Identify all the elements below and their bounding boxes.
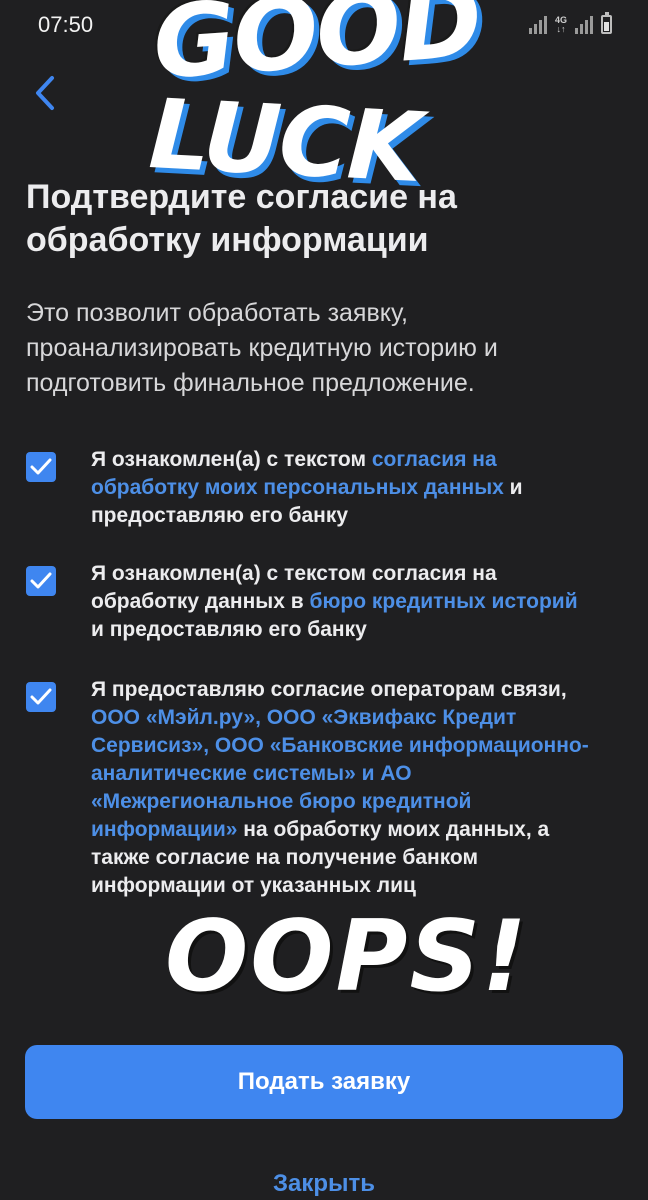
consent-checkbox-3[interactable] [26,682,56,712]
close-button[interactable]: Закрыть [0,1170,648,1198]
data-arrows-icon: ↓↑ [556,24,566,34]
network-indicator: 4G ↓↑ [555,16,567,34]
checkmark-icon [30,572,52,589]
consent-checkbox-1[interactable] [26,452,56,482]
signal-icon-2 [575,14,593,34]
chevron-left-icon [36,76,54,110]
status-time: 07:50 [38,12,94,37]
signal-icon [528,14,547,34]
battery-icon [601,12,612,34]
credit-bureau-link[interactable]: бюро кредитных историй [309,590,577,613]
checkmark-icon [30,688,52,705]
page-subtitle: Это позволит обработать заявку, проанали… [26,299,498,397]
submit-application-button[interactable]: Подать заявку [25,1045,623,1119]
consent-text-part: и предоставляю его банку [91,618,367,641]
status-icons: 4G ↓↑ [528,12,612,34]
oops-sticker: OOPS! [165,900,529,1014]
consent-text-3: Я предоставляю согласие операторам связи… [91,676,591,900]
checkmark-icon [30,458,52,475]
consent-text-2: Я ознакомлен(а) с текстом согласия на об… [91,560,591,644]
consent-text-1: Я ознакомлен(а) с текстом согласия на об… [91,446,591,530]
consent-text-part: Я ознакомлен(а) с текстом [91,448,372,471]
back-button[interactable] [26,70,68,116]
page-title: Подтвердите согласие на обработку информ… [26,178,457,259]
consent-text-part: Я предоставляю согласие операторам связи… [91,678,567,701]
consent-checkbox-2[interactable] [26,566,56,596]
